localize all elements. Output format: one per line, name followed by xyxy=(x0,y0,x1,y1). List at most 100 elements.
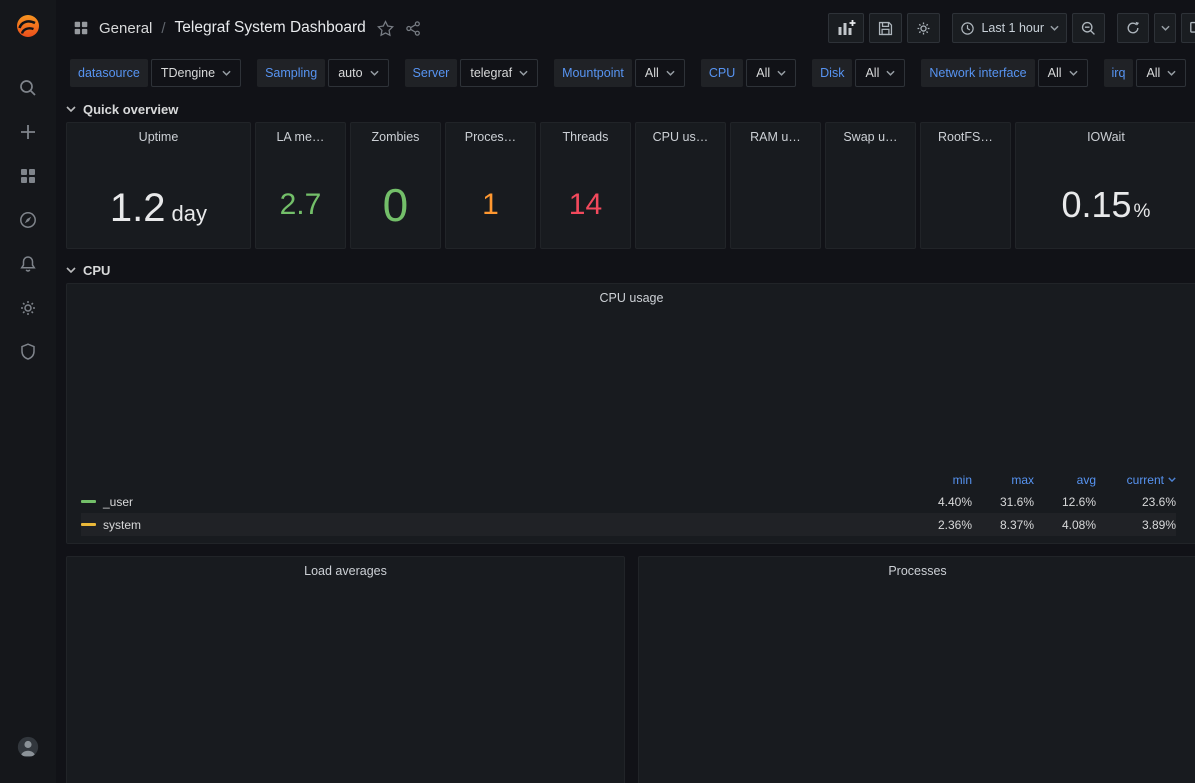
panel-title[interactable]: Processes xyxy=(639,557,1195,580)
var-value-mountpoint[interactable]: All xyxy=(635,59,685,87)
legend-sort-max[interactable]: max xyxy=(972,473,1034,487)
navbar: General / Telegraf System Dashboard xyxy=(56,0,1195,56)
explore-compass-icon[interactable] xyxy=(17,209,39,231)
processes-value: 1 xyxy=(482,145,499,249)
var-value-network-interface[interactable]: All xyxy=(1038,59,1088,87)
var-value-server[interactable]: telegraf xyxy=(460,59,538,87)
panel-title[interactable]: Threads xyxy=(541,123,630,146)
create-plus-icon[interactable] xyxy=(17,121,39,143)
dashboards-icon[interactable] xyxy=(17,165,39,187)
save-dashboard-button[interactable] xyxy=(869,13,902,43)
legend-current: 3.89% xyxy=(1096,518,1176,532)
row-header-quick-overview[interactable]: Quick overview xyxy=(66,96,1195,122)
grafana-logo-icon[interactable] xyxy=(14,12,42,40)
refresh-button[interactable] xyxy=(1117,13,1149,43)
legend-row-user: _user 4.40% 31.6% 12.6% 23.6% xyxy=(81,490,1176,513)
rootfs-gauge[interactable] xyxy=(921,149,1010,233)
legend-min: 2.36% xyxy=(910,518,972,532)
legend-series-toggle[interactable]: system xyxy=(81,518,910,532)
var-label-disk: Disk xyxy=(812,59,852,87)
panel-la-medium: LA me… 2.7 xyxy=(255,122,346,249)
legend-header-row: min max avg current xyxy=(81,469,1176,490)
breadcrumb-separator: / xyxy=(161,20,165,37)
var-value-irq[interactable]: All xyxy=(1136,59,1186,87)
panel-title[interactable]: RootFS… xyxy=(921,123,1010,146)
stats-row: Uptime 1.2day LA me… 2.7 Zombies 0 Proce… xyxy=(66,122,1195,249)
panel-title[interactable]: Proces… xyxy=(446,123,535,146)
cycle-view-monitor-icon[interactable] xyxy=(1181,13,1195,43)
legend-min: 4.40% xyxy=(910,495,972,509)
panel-title[interactable]: Zombies xyxy=(351,123,440,146)
legend-max: 31.6% xyxy=(972,495,1034,509)
refresh-interval-dropdown[interactable] xyxy=(1154,13,1176,43)
panel-title[interactable]: CPU usage xyxy=(67,284,1195,307)
series-color-marker xyxy=(81,523,96,526)
var-value-cpu[interactable]: All xyxy=(746,59,796,87)
user-avatar[interactable] xyxy=(17,736,39,758)
cpu-legend: min max avg current _user 4.40% 31.6% 12… xyxy=(67,467,1195,544)
star-icon[interactable] xyxy=(377,20,394,37)
la-value: 2.7 xyxy=(280,145,322,249)
row-header-cpu[interactable]: CPU xyxy=(66,257,1195,283)
panel-cpu-usage-gauge: CPU us… xyxy=(635,122,726,249)
time-picker[interactable]: Last 1 hour xyxy=(952,13,1067,43)
legend-sort-current[interactable]: current xyxy=(1096,473,1176,487)
main-area: General / Telegraf System Dashboard xyxy=(56,0,1195,783)
var-value-disk[interactable]: All xyxy=(855,59,905,87)
iowait-value: 0.15 xyxy=(1061,145,1131,249)
panel-title[interactable]: Load averages xyxy=(67,557,624,580)
legend-sort-min[interactable]: min xyxy=(910,473,972,487)
search-icon[interactable] xyxy=(17,77,39,99)
panel-title[interactable]: CPU us… xyxy=(636,123,725,146)
swap-gauge[interactable] xyxy=(826,149,915,233)
var-value-sampling[interactable]: auto xyxy=(328,59,388,87)
panel-swap-usage-gauge: Swap u… xyxy=(825,122,916,249)
panel-title[interactable]: Uptime xyxy=(67,123,250,146)
legend-series-toggle[interactable]: iowait xyxy=(81,541,910,545)
configuration-gear-icon[interactable] xyxy=(17,297,39,319)
panel-title[interactable]: LA me… xyxy=(256,123,345,146)
cpu-usage-chart[interactable] xyxy=(79,309,1195,467)
legend-series-toggle[interactable]: _user xyxy=(81,495,910,509)
uptime-value: 1.2 xyxy=(110,145,166,249)
var-label-cpu: CPU xyxy=(701,59,743,87)
legend-row-system: system 2.36% 8.37% 4.08% 3.89% xyxy=(81,513,1176,536)
legend-max: 8.37% xyxy=(972,518,1034,532)
alerting-bell-icon[interactable] xyxy=(17,253,39,275)
add-panel-button[interactable] xyxy=(828,13,864,43)
sidebar xyxy=(0,0,56,783)
legend-avg: 1.10% xyxy=(1034,541,1096,545)
threads-value: 14 xyxy=(569,145,602,249)
panel-processes: Processes xyxy=(638,556,1195,783)
legend-max: 4.41% xyxy=(972,541,1034,545)
page-title: Telegraf System Dashboard xyxy=(175,19,366,37)
dashboard-settings-button[interactable] xyxy=(907,13,940,43)
breadcrumb-folder[interactable]: General xyxy=(99,20,152,37)
series-color-marker xyxy=(81,500,96,503)
panel-zombies: Zombies 0 xyxy=(350,122,441,249)
ram-gauge[interactable] xyxy=(731,149,820,233)
panel-title[interactable]: RAM u… xyxy=(731,123,820,146)
panel-threads: Threads 14 xyxy=(540,122,631,249)
var-label-datasource: datasource xyxy=(70,59,148,87)
legend-sort-avg[interactable]: avg xyxy=(1034,473,1096,487)
share-icon[interactable] xyxy=(405,20,422,37)
panel-title[interactable]: IOWait xyxy=(1016,123,1195,146)
legend-avg: 12.6% xyxy=(1034,495,1096,509)
zombies-value: 0 xyxy=(383,145,409,249)
var-label-mountpoint: Mountpoint xyxy=(554,59,632,87)
cpu-gauge[interactable] xyxy=(636,149,725,233)
load-averages-chart[interactable] xyxy=(79,582,619,782)
var-value-datasource[interactable]: TDengine xyxy=(151,59,241,87)
zoom-out-button[interactable] xyxy=(1072,13,1105,43)
panel-load-averages: Load averages xyxy=(66,556,625,783)
uptime-unit: day xyxy=(172,201,207,227)
processes-chart[interactable] xyxy=(651,582,1191,782)
var-label-server: Server xyxy=(405,59,458,87)
server-admin-shield-icon[interactable] xyxy=(17,341,39,363)
apps-grid-icon[interactable] xyxy=(72,19,90,37)
panel-cpu-usage: CPU usage min max avg current _user 4.40… xyxy=(66,283,1195,544)
dashboard-grid: Quick overview Uptime 1.2day LA me… 2.7 … xyxy=(56,96,1195,783)
iowait-unit: % xyxy=(1134,201,1151,223)
panel-title[interactable]: Swap u… xyxy=(826,123,915,146)
